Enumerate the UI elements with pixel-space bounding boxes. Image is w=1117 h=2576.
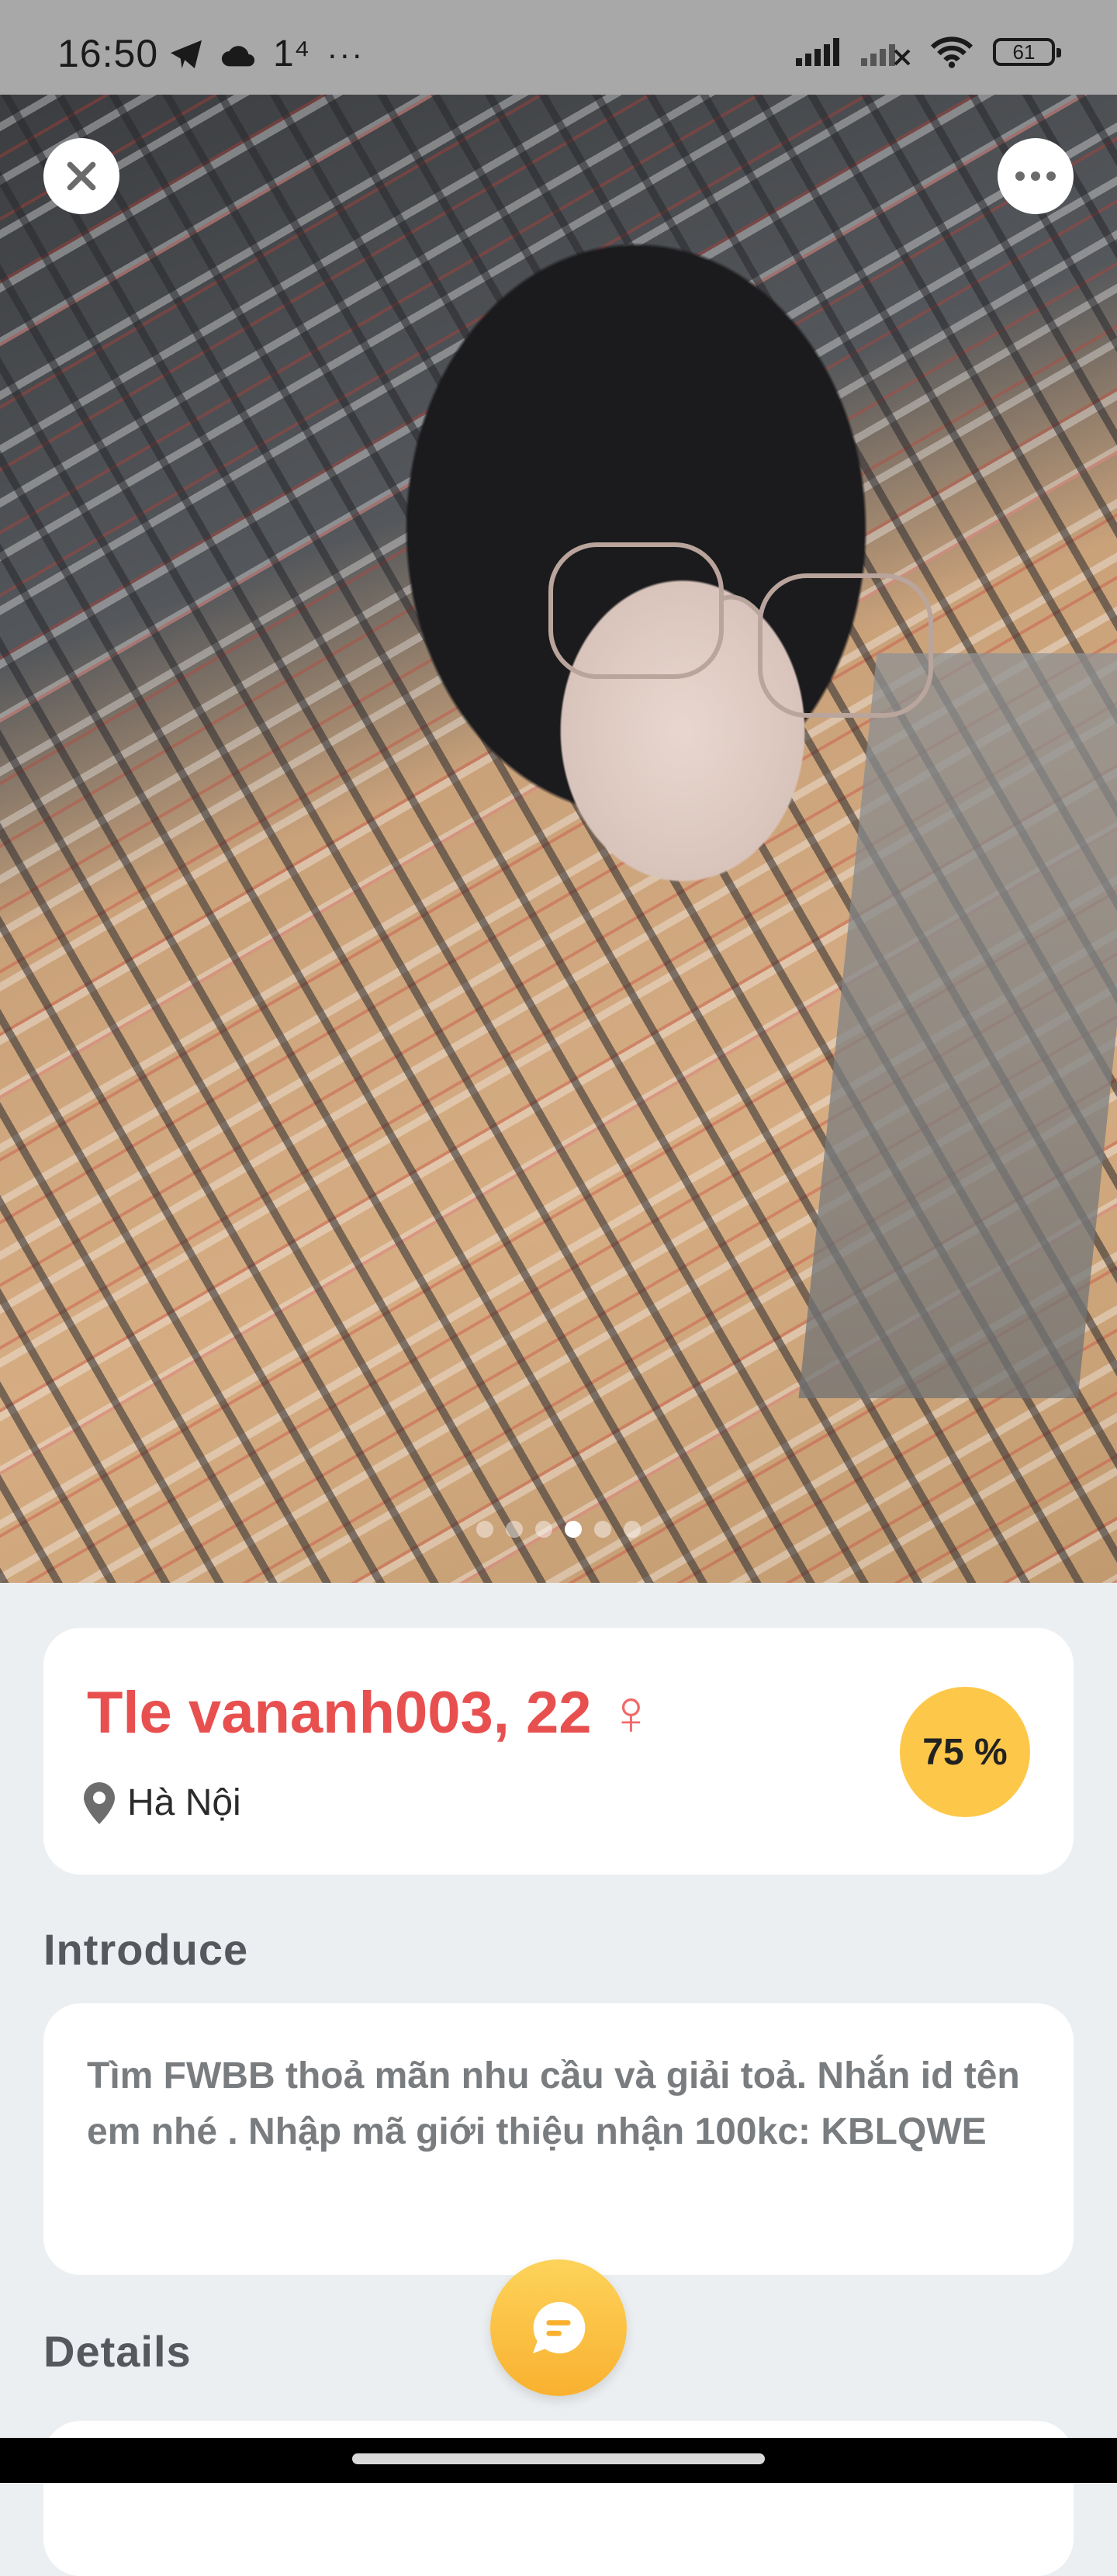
introduce-title: Introduce	[43, 1925, 249, 1974]
female-icon: ♀	[607, 1677, 655, 1748]
pager-dot[interactable]	[594, 1521, 611, 1538]
more-dot-icon	[1046, 171, 1056, 181]
introduce-text: Tìm FWBB thoả mãn nhu cầu và giải toả. N…	[87, 2055, 1020, 2152]
photo-pager-dots	[0, 1521, 1117, 1538]
status-icons-right: 61	[796, 36, 1061, 68]
profile-photo[interactable]	[0, 95, 1117, 1583]
chat-bubble-icon	[532, 2301, 586, 2354]
home-indicator[interactable]	[352, 2453, 765, 2464]
more-dot-icon	[1031, 171, 1040, 181]
status-left-extra: 1⁴	[273, 33, 310, 74]
match-percentage-text: 75 %	[922, 1731, 1008, 1773]
location-pin-icon	[84, 1781, 115, 1824]
chat-button[interactable]	[490, 2259, 627, 2396]
battery-icon: 61	[993, 38, 1061, 66]
wifi-icon	[930, 36, 973, 68]
status-time: 16:50	[57, 32, 159, 75]
profile-name-age: Tle vananh003, 22	[87, 1680, 592, 1746]
photo-background-window	[798, 653, 1117, 1398]
cloud-icon	[221, 45, 255, 66]
pager-dot[interactable]	[624, 1521, 641, 1538]
location-text: Hà Nội	[127, 1782, 241, 1823]
close-icon	[67, 161, 96, 191]
pager-dot[interactable]	[476, 1521, 493, 1538]
telegram-icon	[171, 40, 202, 68]
pager-dot[interactable]	[506, 1521, 523, 1538]
pager-dot[interactable]	[535, 1521, 552, 1538]
photo-glasses-detail	[548, 542, 933, 718]
profile-location: Hà Nội	[84, 1781, 241, 1824]
status-icons-left: 1⁴ ···	[169, 33, 364, 75]
more-dot-icon	[1015, 171, 1025, 181]
more-options-button[interactable]	[998, 138, 1074, 214]
signal-no-service-icon	[861, 44, 911, 66]
match-percentage-badge: 75 %	[900, 1687, 1030, 1817]
pager-dot-active[interactable]	[565, 1521, 582, 1538]
status-more: ···	[327, 35, 365, 72]
battery-level: 61	[1012, 40, 1036, 64]
profile-name-row: Tle vananh003, 22 ♀	[87, 1679, 655, 1747]
signal-icon	[796, 38, 839, 66]
details-title: Details	[43, 2327, 192, 2376]
close-button[interactable]	[43, 138, 119, 214]
